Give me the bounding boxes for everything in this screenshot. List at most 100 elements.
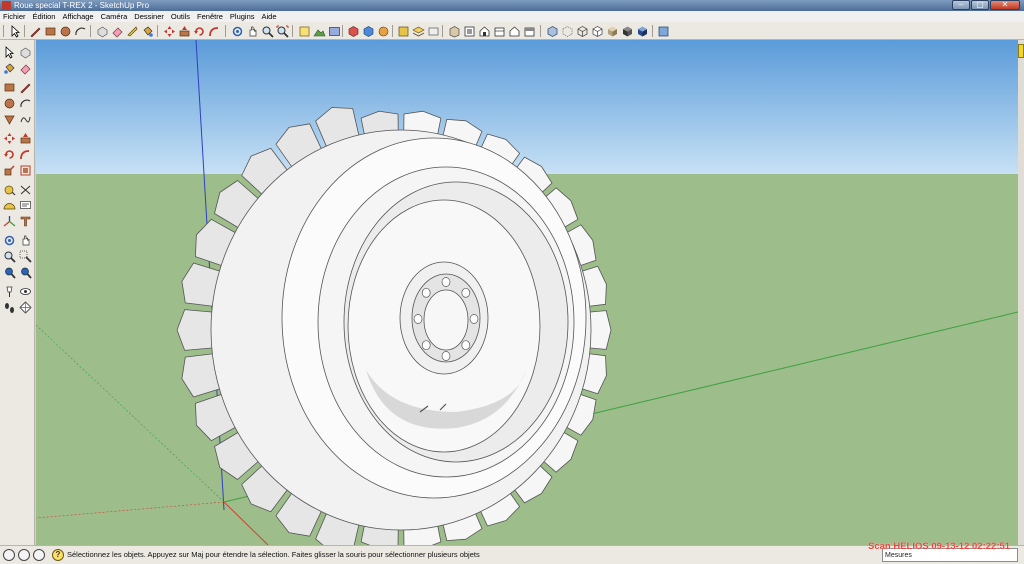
photo-textures-icon[interactable] bbox=[327, 24, 341, 38]
layers-icon[interactable] bbox=[411, 24, 425, 38]
share-model-icon[interactable] bbox=[361, 24, 375, 38]
menu-outils[interactable]: Outils bbox=[171, 11, 190, 22]
offset-icon[interactable] bbox=[18, 163, 33, 178]
close-button[interactable]: ✕ bbox=[990, 0, 1020, 10]
toggle-terrain-icon[interactable] bbox=[312, 24, 326, 38]
menu-fichier[interactable]: Fichier bbox=[3, 11, 26, 22]
select-icon[interactable] bbox=[8, 24, 22, 38]
toolbar-separator bbox=[342, 25, 343, 37]
line-icon[interactable] bbox=[18, 80, 33, 95]
rotate-icon[interactable] bbox=[192, 24, 206, 38]
menu-dessiner[interactable]: Dessiner bbox=[134, 11, 164, 22]
circle-icon[interactable] bbox=[58, 24, 72, 38]
minimize-button[interactable]: – bbox=[952, 0, 970, 10]
component-icon[interactable] bbox=[18, 45, 33, 60]
share-component-icon[interactable] bbox=[376, 24, 390, 38]
freehand-icon[interactable] bbox=[18, 112, 33, 127]
eraser-icon[interactable] bbox=[110, 24, 124, 38]
zoom-window-icon[interactable] bbox=[18, 249, 33, 264]
geo-location-icon[interactable] bbox=[3, 549, 15, 561]
zoom-icon[interactable] bbox=[2, 249, 17, 264]
left-toolbar bbox=[0, 40, 35, 545]
walk-icon[interactable] bbox=[2, 300, 17, 315]
move-icon[interactable] bbox=[162, 24, 176, 38]
tape-measure-icon[interactable] bbox=[125, 24, 139, 38]
lug-bolt bbox=[421, 340, 431, 351]
lug-bolt bbox=[413, 314, 423, 324]
menu-aide[interactable]: Aide bbox=[262, 11, 277, 22]
polygon-icon[interactable] bbox=[2, 112, 17, 127]
push-pull-icon[interactable] bbox=[18, 131, 33, 146]
push-pull-icon[interactable] bbox=[177, 24, 191, 38]
follow-me-icon[interactable] bbox=[18, 147, 33, 162]
section-plane-icon[interactable] bbox=[18, 300, 33, 315]
back-edges-icon[interactable] bbox=[560, 24, 574, 38]
zoom-extents-icon[interactable] bbox=[275, 24, 289, 38]
dimension-icon[interactable] bbox=[18, 182, 33, 197]
select-icon[interactable] bbox=[2, 45, 17, 60]
protractor-icon[interactable] bbox=[2, 198, 17, 213]
xray-icon[interactable] bbox=[545, 24, 559, 38]
styles-icon[interactable] bbox=[396, 24, 410, 38]
left-view-icon[interactable] bbox=[522, 24, 536, 38]
pan-icon[interactable] bbox=[245, 24, 259, 38]
scale-icon[interactable] bbox=[2, 163, 17, 178]
3d-text-icon[interactable] bbox=[18, 214, 33, 229]
user-icon[interactable] bbox=[33, 549, 45, 561]
menu-plugins[interactable]: Plugins bbox=[230, 11, 255, 22]
zoom-icon[interactable] bbox=[260, 24, 274, 38]
back-view-icon[interactable] bbox=[507, 24, 521, 38]
look-around-icon[interactable] bbox=[18, 284, 33, 299]
rectangle-icon[interactable] bbox=[2, 80, 17, 95]
zoom-extents-icon[interactable] bbox=[18, 265, 33, 280]
move-icon[interactable] bbox=[2, 131, 17, 146]
paint-icon[interactable] bbox=[2, 61, 17, 76]
sketchup-window: Roue special T-REX 2 - SketchUp Pro – ▢ … bbox=[0, 0, 1024, 564]
top-view-icon[interactable] bbox=[462, 24, 476, 38]
menu-fenetre[interactable]: Fenêtre bbox=[197, 11, 223, 22]
modeling-viewport[interactable] bbox=[36, 40, 1018, 545]
textured-icon[interactable] bbox=[620, 24, 634, 38]
right-view-icon[interactable] bbox=[492, 24, 506, 38]
toolbar-separator bbox=[292, 25, 293, 37]
scenes-icon[interactable] bbox=[426, 24, 440, 38]
menu-edition[interactable]: Édition bbox=[33, 11, 56, 22]
position-camera-icon[interactable] bbox=[2, 284, 17, 299]
menu-camera[interactable]: Caméra bbox=[101, 11, 128, 22]
instructor-handle[interactable] bbox=[1018, 44, 1024, 58]
orbit-icon[interactable] bbox=[2, 233, 17, 248]
text-icon[interactable] bbox=[18, 198, 33, 213]
axes-icon[interactable] bbox=[2, 214, 17, 229]
follow-me-icon[interactable] bbox=[207, 24, 221, 38]
rectangle-icon[interactable] bbox=[43, 24, 57, 38]
monochrome-icon[interactable] bbox=[635, 24, 649, 38]
rotate-icon[interactable] bbox=[2, 147, 17, 162]
hidden-line-icon[interactable] bbox=[590, 24, 604, 38]
shaded-icon[interactable] bbox=[605, 24, 619, 38]
maximize-button[interactable]: ▢ bbox=[971, 0, 989, 10]
menu-affichage[interactable]: Affichage bbox=[62, 11, 93, 22]
credits-icon[interactable] bbox=[18, 549, 30, 561]
circle-icon[interactable] bbox=[2, 96, 17, 111]
lug-bolt bbox=[441, 351, 451, 361]
pan-icon[interactable] bbox=[18, 233, 33, 248]
window-controls: – ▢ ✕ bbox=[952, 0, 1020, 11]
orbit-icon[interactable] bbox=[230, 24, 244, 38]
arc-icon[interactable] bbox=[18, 96, 33, 111]
menu-bar: Fichier Édition Affichage Caméra Dessine… bbox=[0, 11, 1024, 22]
iso-view-icon[interactable] bbox=[447, 24, 461, 38]
paint-bucket-icon[interactable] bbox=[140, 24, 154, 38]
wireframe-icon[interactable] bbox=[575, 24, 589, 38]
add-location-icon[interactable] bbox=[297, 24, 311, 38]
eraser-icon[interactable] bbox=[18, 61, 33, 76]
help-icon[interactable]: ? bbox=[52, 549, 64, 561]
previous-view-icon[interactable] bbox=[2, 265, 17, 280]
front-view-icon[interactable] bbox=[477, 24, 491, 38]
section-display-icon[interactable] bbox=[656, 24, 670, 38]
tape-measure-icon[interactable] bbox=[2, 182, 17, 197]
pencil-icon[interactable] bbox=[28, 24, 42, 38]
make-component-icon[interactable] bbox=[95, 24, 109, 38]
get-models-icon[interactable] bbox=[346, 24, 360, 38]
toolbar-separator bbox=[157, 25, 158, 37]
arc-icon[interactable] bbox=[73, 24, 87, 38]
